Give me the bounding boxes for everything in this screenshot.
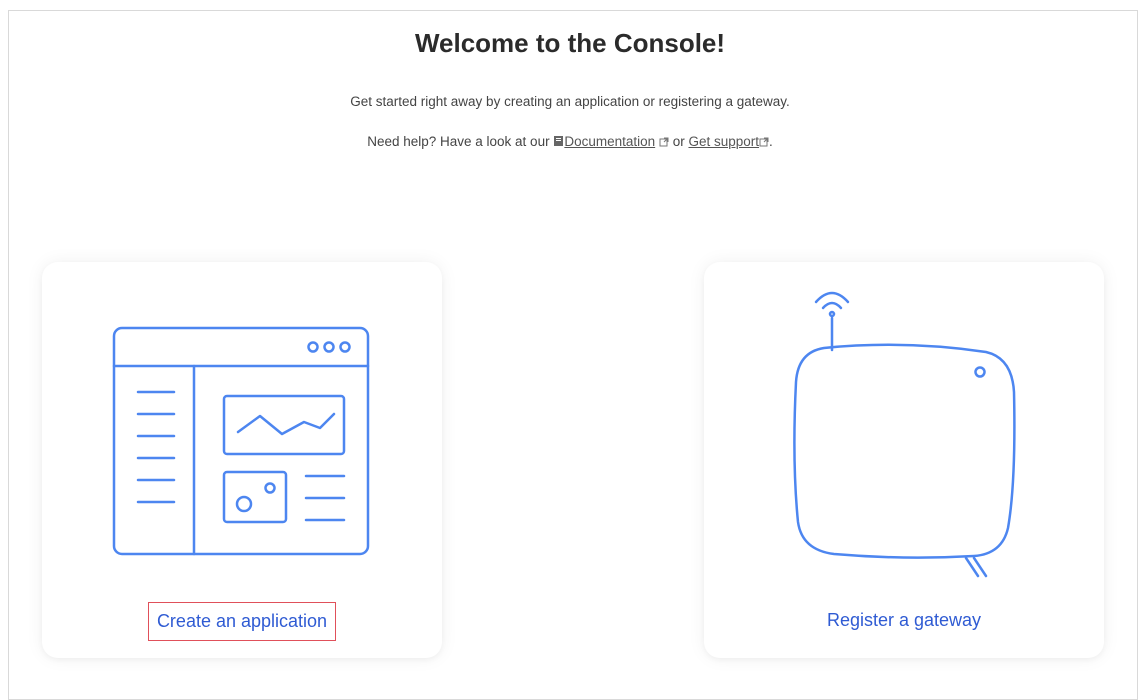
gateway-device-icon (793, 291, 1016, 578)
create-application-card[interactable]: Create an application (42, 262, 442, 658)
or-text: or (672, 134, 685, 149)
create-application-label-wrap: Create an application (42, 602, 442, 641)
help-text: Need help? Have a look at our Documentat… (0, 134, 1140, 150)
application-window-icon (112, 326, 370, 556)
help-period: . (769, 134, 773, 149)
book-icon (553, 135, 564, 150)
page-title: Welcome to the Console! (414, 28, 726, 58)
create-application-button[interactable]: Create an application (147, 602, 337, 641)
documentation-link[interactable]: Documentation (564, 134, 655, 149)
register-gateway-button[interactable]: Register a gateway (819, 602, 989, 639)
help-prefix: Need help? Have a look at our (367, 134, 550, 149)
external-link-icon (659, 135, 669, 150)
external-link-icon (759, 135, 769, 150)
page-subtitle: Get started right away by creating an ap… (350, 94, 790, 109)
register-gateway-card[interactable]: Register a gateway (704, 262, 1104, 658)
get-support-link[interactable]: Get support (688, 134, 759, 149)
register-gateway-label-wrap: Register a gateway (704, 602, 1104, 639)
